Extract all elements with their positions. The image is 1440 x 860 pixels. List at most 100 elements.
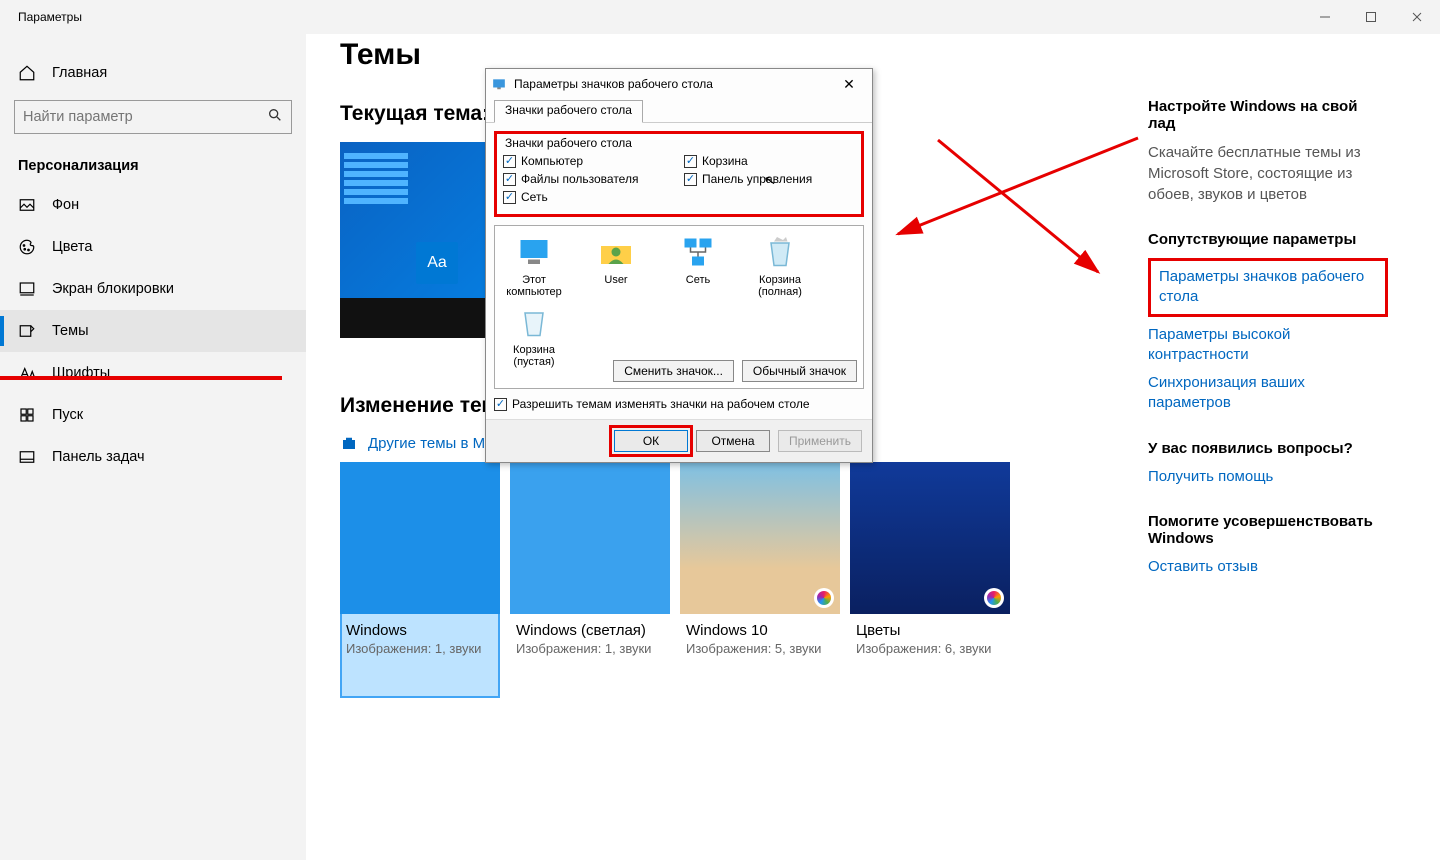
right-heading-questions: У вас появились вопросы?	[1148, 440, 1388, 457]
sidebar-item-background[interactable]: Фон	[0, 184, 306, 226]
page-title: Темы	[340, 38, 1110, 72]
dialog-titlebar: Параметры значков рабочего стола ✕	[486, 69, 872, 99]
sidebar-item-label: Панель задач	[52, 449, 145, 465]
preview-this-pc[interactable]: Этот компьютер	[501, 232, 567, 298]
ok-button[interactable]: ОК	[614, 430, 688, 452]
theme-card-windows[interactable]: Windows Изображения: 1, звуки	[340, 462, 500, 698]
theme-thumbnail	[680, 462, 840, 614]
theme-name: Windows (светлая)	[510, 614, 670, 639]
dialog-tabstrip: Значки рабочего стола	[486, 99, 872, 123]
store-icon	[340, 434, 358, 452]
theme-meta: Изображения: 1, звуки	[340, 639, 500, 658]
icon-label: Корзина (пустая)	[501, 344, 567, 368]
right-heading-related: Сопутствующие параметры	[1148, 231, 1388, 248]
link-desktop-icon-settings[interactable]: Параметры значков рабочего стола	[1148, 258, 1388, 317]
maximize-button[interactable]	[1348, 0, 1394, 34]
sidebar-item-label: Фон	[52, 197, 79, 213]
link-high-contrast[interactable]: Параметры высокой контрастности	[1148, 325, 1388, 366]
sidebar-item-lockscreen[interactable]: Экран блокировки	[0, 268, 306, 310]
preview-user[interactable]: User	[583, 232, 649, 298]
dialog-button-row: ОК Отмена Применить	[486, 419, 872, 462]
sidebar-home-label: Главная	[52, 65, 107, 81]
sidebar-home[interactable]: Главная	[0, 56, 306, 92]
checkbox-label: Разрешить темам изменять значки на рабоч…	[512, 397, 810, 411]
checkbox-userfiles[interactable]: ✓Файлы пользователя	[503, 172, 674, 186]
icon-preview-box: Этот компьютер User Сеть Корзина (полная…	[494, 225, 864, 389]
dialog-title: Параметры значков рабочего стола	[514, 77, 713, 91]
close-button[interactable]	[1394, 0, 1440, 34]
checkbox-label: Панель управления	[702, 172, 812, 186]
dialog-body: Значки рабочего стола ✓Компьютер ✓Корзин…	[486, 123, 872, 419]
recycle-full-icon	[760, 232, 800, 272]
minimize-button[interactable]	[1302, 0, 1348, 34]
checkbox-recycle[interactable]: ✓Корзина	[684, 154, 855, 168]
theme-card-windows-light[interactable]: Windows (светлая) Изображения: 1, звуки	[510, 462, 670, 698]
link-feedback[interactable]: Оставить отзыв	[1148, 557, 1388, 577]
apply-button[interactable]: Применить	[778, 430, 862, 452]
sidebar-item-start[interactable]: Пуск	[0, 394, 306, 436]
dialog-close-button[interactable]: ✕	[834, 76, 864, 93]
group-title: Значки рабочего стола	[503, 136, 634, 150]
search-input[interactable]	[23, 109, 267, 125]
desktop-icons-group: Значки рабочего стола ✓Компьютер ✓Корзин…	[494, 131, 864, 217]
icon-label: User	[583, 274, 649, 286]
preview-recycle-empty[interactable]: Корзина (пустая)	[501, 302, 567, 368]
themes-icon	[18, 322, 36, 340]
sidebar-item-colors[interactable]: Цвета	[0, 226, 306, 268]
recycle-empty-icon	[514, 302, 554, 342]
checkbox-label: Корзина	[702, 154, 748, 168]
lockscreen-icon	[18, 280, 36, 298]
sidebar-item-themes[interactable]: Темы	[0, 310, 306, 352]
annotation-underline	[0, 376, 282, 380]
checkbox-label: Файлы пользователя	[521, 172, 638, 186]
theme-thumbnail	[340, 462, 500, 614]
slideshow-icon	[814, 588, 834, 608]
theme-name: Windows 10	[680, 614, 840, 639]
change-icon-button[interactable]: Сменить значок...	[613, 360, 734, 382]
theme-thumbnail	[850, 462, 1010, 614]
cancel-button[interactable]: Отмена	[696, 430, 770, 452]
checkbox-network[interactable]: ✓Сеть	[503, 190, 674, 204]
sidebar-item-fonts[interactable]: Шрифты	[0, 352, 306, 394]
checkbox-computer[interactable]: ✓Компьютер	[503, 154, 674, 168]
theme-meta: Изображения: 6, звуки	[850, 639, 1010, 658]
default-icon-button[interactable]: Обычный значок	[742, 360, 857, 382]
sidebar-item-label: Экран блокировки	[52, 281, 174, 297]
sidebar-item-taskbar[interactable]: Панель задач	[0, 436, 306, 478]
right-text-customize: Скачайте бесплатные темы из Microsoft St…	[1148, 142, 1388, 205]
icon-label: Этот компьютер	[501, 274, 567, 298]
checkbox-label: Сеть	[521, 190, 548, 204]
checkbox-allow-themes[interactable]: ✓Разрешить темам изменять значки на рабо…	[494, 397, 864, 411]
icon-label: Сеть	[665, 274, 731, 286]
preview-network[interactable]: Сеть	[665, 232, 731, 298]
checkbox-label: Компьютер	[521, 154, 583, 168]
home-icon	[18, 64, 36, 82]
more-themes-label: Другие темы в Mi	[368, 435, 488, 452]
right-heading-improve: Помогите усовершенствовать Windows	[1148, 513, 1388, 547]
dialog-icon	[492, 76, 508, 92]
picture-icon	[18, 196, 36, 214]
tab-desktop-icons[interactable]: Значки рабочего стола	[494, 100, 643, 123]
right-heading-customize: Настройте Windows на свой лад	[1148, 98, 1388, 132]
window-controls	[1302, 0, 1440, 34]
theme-meta: Изображения: 1, звуки	[510, 639, 670, 658]
computer-icon	[514, 232, 554, 272]
sidebar-item-label: Цвета	[52, 239, 92, 255]
preview-recycle-full[interactable]: Корзина (полная)	[747, 232, 813, 298]
taskbar-icon	[18, 448, 36, 466]
theme-card-flowers[interactable]: Цветы Изображения: 6, звуки	[850, 462, 1010, 698]
link-get-help[interactable]: Получить помощь	[1148, 467, 1388, 487]
user-folder-icon	[596, 232, 636, 272]
icon-label: Корзина (полная)	[747, 274, 813, 298]
theme-name: Windows	[340, 614, 500, 639]
desktop-icons-dialog: Параметры значков рабочего стола ✕ Значк…	[485, 68, 873, 463]
theme-meta: Изображения: 5, звуки	[680, 639, 840, 658]
search-icon	[267, 107, 283, 128]
sidebar: Главная Персонализация Фон Цвета Экран б…	[0, 34, 306, 860]
start-icon	[18, 406, 36, 424]
link-sync-settings[interactable]: Синхронизация ваших параметров	[1148, 373, 1388, 414]
theme-name: Цветы	[850, 614, 1010, 639]
theme-card-windows10[interactable]: Windows 10 Изображения: 5, звуки	[680, 462, 840, 698]
search-box[interactable]	[14, 100, 292, 134]
sidebar-item-label: Пуск	[52, 407, 83, 423]
